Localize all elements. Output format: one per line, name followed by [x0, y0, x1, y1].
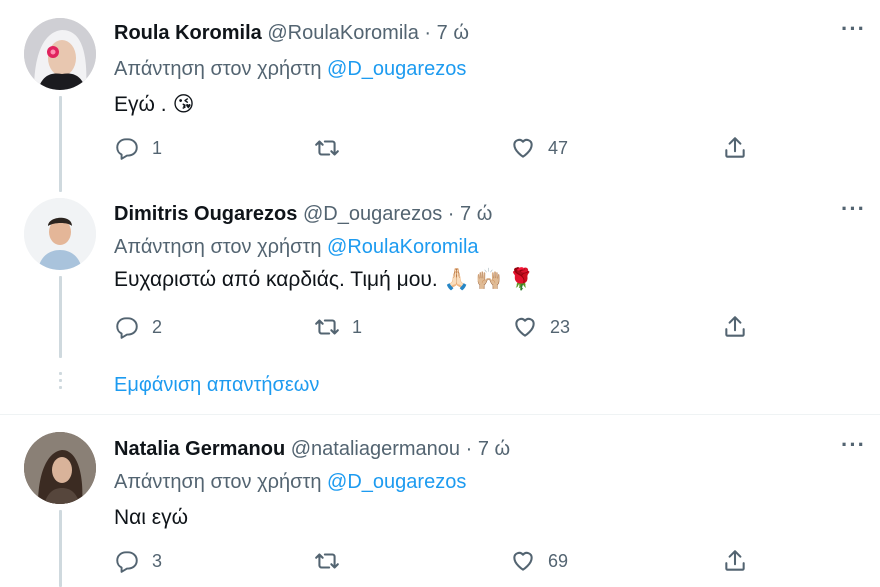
- like-count: 47: [548, 137, 569, 158]
- retweet-icon: [315, 319, 339, 335]
- reply-count: 2: [152, 316, 163, 337]
- author-handle[interactable]: @D_ougarezos: [303, 203, 442, 225]
- timestamp[interactable]: 7 ώ: [478, 438, 510, 460]
- reply-count: 1: [152, 137, 163, 158]
- retweet-icon: [315, 553, 339, 569]
- reply-icon: [116, 138, 138, 160]
- reply-button[interactable]: 1: [114, 135, 162, 161]
- reply-mention[interactable]: @D_ougarezos: [327, 58, 466, 80]
- retweet-icon: [315, 140, 339, 156]
- thread-dots: [59, 372, 62, 389]
- separator-dot: ·: [424, 22, 432, 44]
- thread-line: [59, 276, 62, 358]
- retweet-button[interactable]: [314, 548, 352, 574]
- author-handle[interactable]: @RoulaKoromila: [267, 22, 418, 44]
- emoji: 😘: [172, 93, 195, 116]
- like-count: 69: [548, 550, 569, 571]
- more-icon[interactable]: ···: [841, 16, 866, 42]
- like-button[interactable]: 69: [510, 548, 568, 574]
- tweet-text: Ναι εγώ: [114, 506, 189, 529]
- show-replies-link[interactable]: Εμφάνιση απαντήσεων: [114, 374, 319, 397]
- like-icon: [513, 551, 533, 571]
- divider: [0, 414, 880, 415]
- share-icon: [725, 550, 745, 571]
- like-count: 23: [550, 316, 571, 337]
- reply-prefix: Απάντηση στον χρήστη: [114, 236, 322, 258]
- share-button[interactable]: [722, 314, 748, 340]
- emoji: 🙌🏼: [475, 268, 503, 291]
- more-icon[interactable]: ···: [841, 196, 866, 222]
- reply-mention[interactable]: @D_ougarezos: [327, 471, 466, 493]
- retweet-button[interactable]: [314, 135, 352, 161]
- reply-mention[interactable]: @RoulaKoromila: [327, 236, 478, 258]
- avatar[interactable]: [24, 18, 96, 90]
- like-button[interactable]: 47: [510, 135, 568, 161]
- emoji: 🙏🏻: [443, 268, 470, 291]
- share-button[interactable]: [722, 548, 748, 574]
- retweet-count: 1: [352, 316, 363, 337]
- thread-line: [59, 510, 62, 587]
- reply-icon: [116, 551, 138, 573]
- share-icon: [725, 316, 745, 337]
- like-button[interactable]: 23: [512, 314, 570, 340]
- author-name[interactable]: Natalia Germanou: [114, 438, 285, 460]
- reply-button[interactable]: 3: [114, 548, 162, 574]
- share-icon: [725, 137, 745, 158]
- retweet-button[interactable]: 1: [314, 314, 362, 340]
- thread-line: [59, 96, 62, 192]
- reply-button[interactable]: 2: [114, 314, 162, 340]
- separator-dot: ·: [447, 203, 455, 225]
- emoji: 🌹: [508, 268, 535, 291]
- reply-prefix: Απάντηση στον χρήστη: [114, 58, 322, 80]
- avatar[interactable]: [24, 432, 96, 504]
- like-icon: [513, 138, 533, 158]
- reply-count: 3: [152, 550, 163, 571]
- author-name[interactable]: Dimitris Ougarezos: [114, 203, 297, 225]
- timestamp[interactable]: 7 ώ: [460, 203, 492, 225]
- author-handle[interactable]: @nataliagermanou: [291, 438, 460, 460]
- like-icon: [515, 317, 535, 337]
- more-icon[interactable]: ···: [841, 432, 866, 458]
- avatar[interactable]: [24, 198, 96, 270]
- reply-icon: [116, 317, 138, 339]
- timestamp[interactable]: 7 ώ: [437, 22, 469, 44]
- share-button[interactable]: [722, 135, 748, 161]
- reply-prefix: Απάντηση στον χρήστη: [114, 471, 322, 493]
- separator-dot: ·: [465, 438, 473, 460]
- tweet-text: Εγώ .: [114, 92, 167, 116]
- tweet-text: Ευχαριστώ από καρδιάς. Τιμή μου.: [114, 268, 438, 291]
- author-name[interactable]: Roula Koromila: [114, 22, 262, 44]
